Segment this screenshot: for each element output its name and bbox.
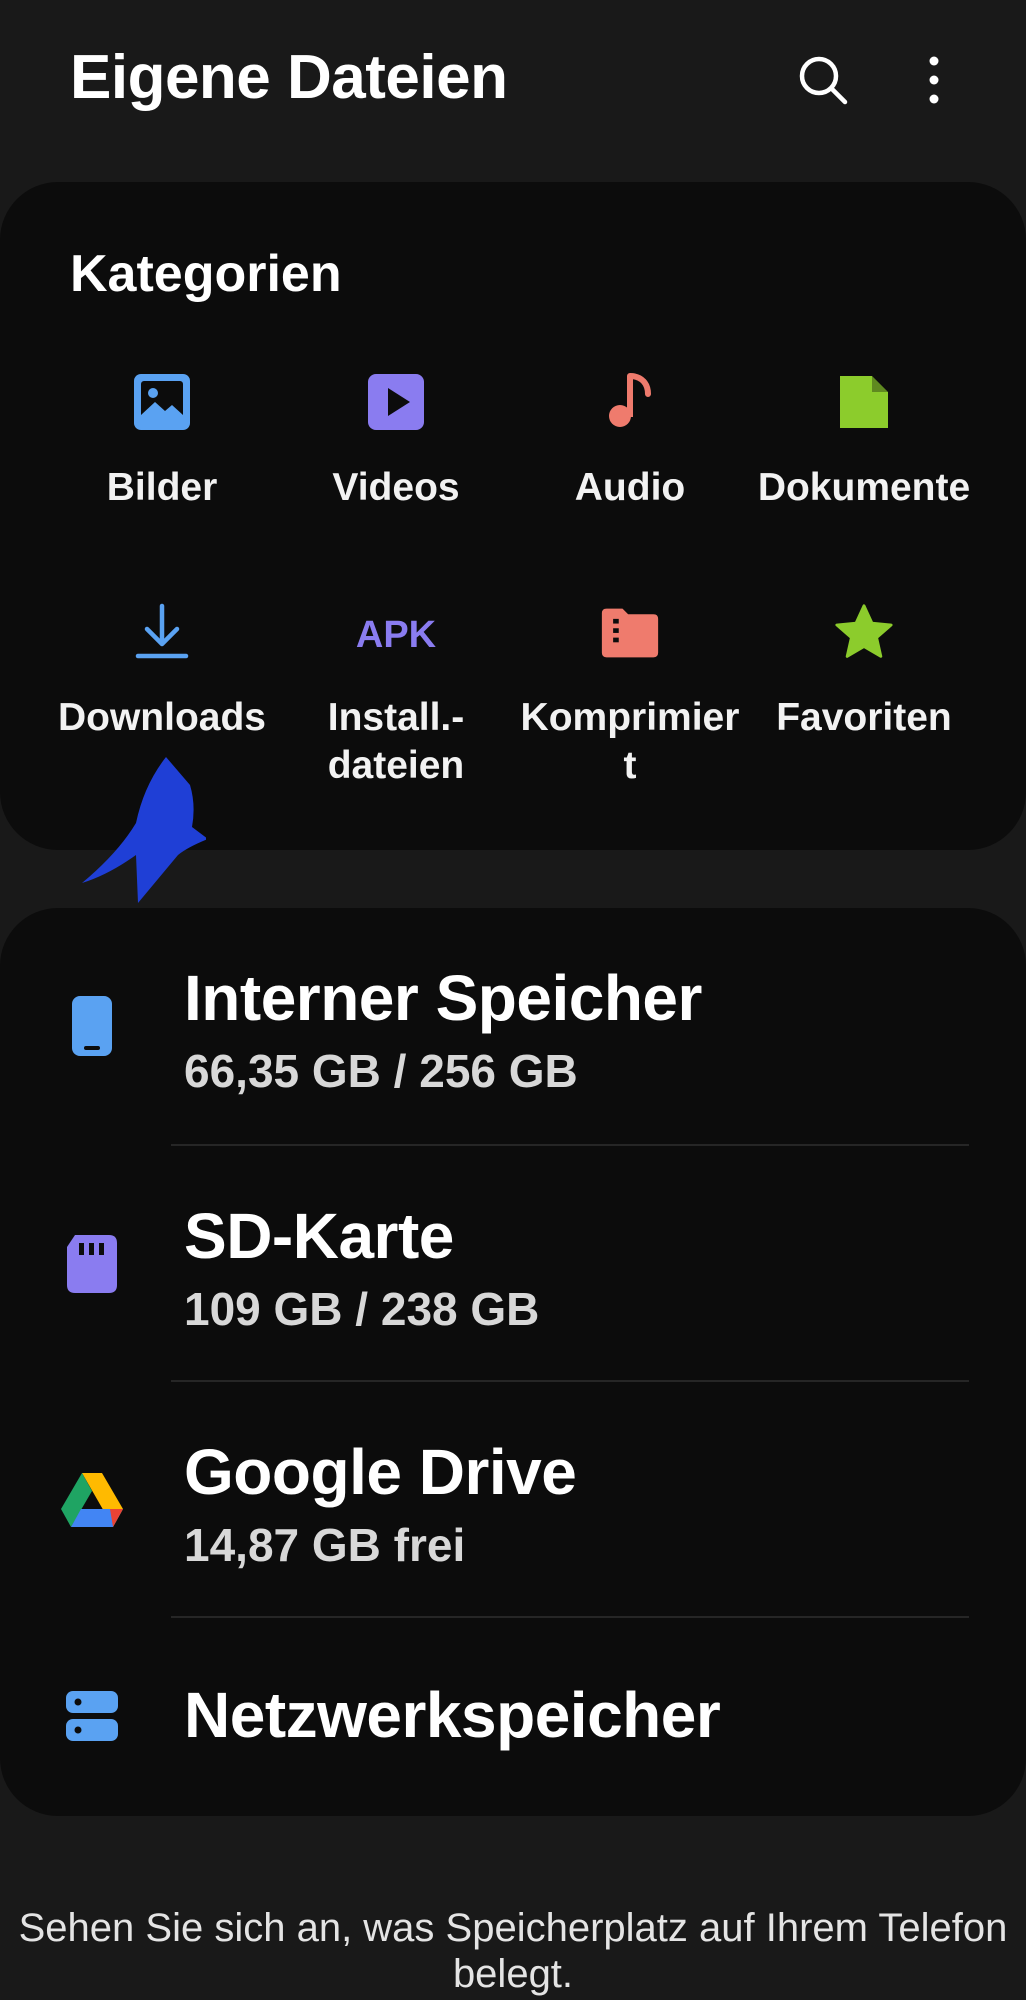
storage-free: 14,87 GB frei xyxy=(184,1519,466,1571)
category-label: Komprimier t xyxy=(520,696,740,787)
network-storage-icon xyxy=(60,1684,124,1748)
search-button[interactable] xyxy=(793,50,853,110)
search-icon xyxy=(799,56,848,105)
video-icon xyxy=(366,372,426,432)
page-title: Eigene Dateien xyxy=(70,43,508,112)
storage-name: Netzwerkspeicher xyxy=(184,1679,721,1751)
category-videos[interactable]: Videos xyxy=(279,372,513,542)
category-label: Install.- dateien xyxy=(327,696,465,787)
annotation-arrow xyxy=(82,757,206,903)
download-icon xyxy=(132,602,192,662)
category-label: Favoriten xyxy=(776,696,952,739)
music-note-icon xyxy=(600,372,660,432)
app-header: Eigene Dateien xyxy=(0,0,1026,170)
categories-card: Kategorien Bilder Videos Audio Dokumente… xyxy=(0,182,1026,850)
storage-analysis-link[interactable]: Sehen Sie sich an, was Speicherplatz auf… xyxy=(0,1905,1026,1997)
category-label: Videos xyxy=(332,466,460,509)
storage-name: Google Drive xyxy=(184,1436,577,1508)
svg-text:APK: APK xyxy=(356,614,437,656)
storage-usage: 109 GB / 238 GB xyxy=(184,1283,540,1335)
category-label: Dokumente xyxy=(757,466,971,509)
category-compressed[interactable]: Komprimier t xyxy=(513,602,747,792)
category-favorites[interactable]: Favoriten xyxy=(747,602,981,792)
google-drive-icon xyxy=(60,1468,124,1532)
archive-folder-icon xyxy=(600,602,660,662)
category-label: Bilder xyxy=(106,466,218,509)
phone-icon xyxy=(60,994,124,1058)
category-images[interactable]: Bilder xyxy=(45,372,279,542)
storage-sd-card[interactable]: SD-Karte 109 GB / 238 GB xyxy=(0,1146,1026,1382)
sd-card-icon xyxy=(60,1232,124,1296)
category-audio[interactable]: Audio xyxy=(513,372,747,542)
storage-name: Interner Speicher xyxy=(184,962,702,1034)
category-documents[interactable]: Dokumente xyxy=(747,372,981,542)
document-icon xyxy=(834,372,894,432)
more-vert-icon xyxy=(929,56,939,104)
storage-usage: 66,35 GB / 256 GB xyxy=(184,1045,578,1097)
storage-name: SD-Karte xyxy=(184,1200,454,1272)
category-label: Downloads xyxy=(57,696,266,739)
storage-network[interactable]: Netzwerkspeicher xyxy=(0,1618,1026,1814)
categories-heading: Kategorien xyxy=(70,245,342,303)
more-options-button[interactable] xyxy=(904,50,964,110)
storage-internal[interactable]: Interner Speicher 66,35 GB / 256 GB xyxy=(0,908,1026,1144)
category-install-files[interactable]: APK Install.- dateien xyxy=(279,602,513,792)
storage-google-drive[interactable]: Google Drive 14,87 GB frei xyxy=(0,1382,1026,1618)
apk-icon: APK xyxy=(346,602,446,662)
category-label: Audio xyxy=(574,466,686,509)
storage-card: Interner Speicher 66,35 GB / 256 GB SD-K… xyxy=(0,908,1026,1816)
my-files-screen: Eigene Dateien Kategorien Bilder Videos … xyxy=(0,0,1026,2000)
star-icon xyxy=(834,602,894,662)
image-icon xyxy=(132,372,192,432)
